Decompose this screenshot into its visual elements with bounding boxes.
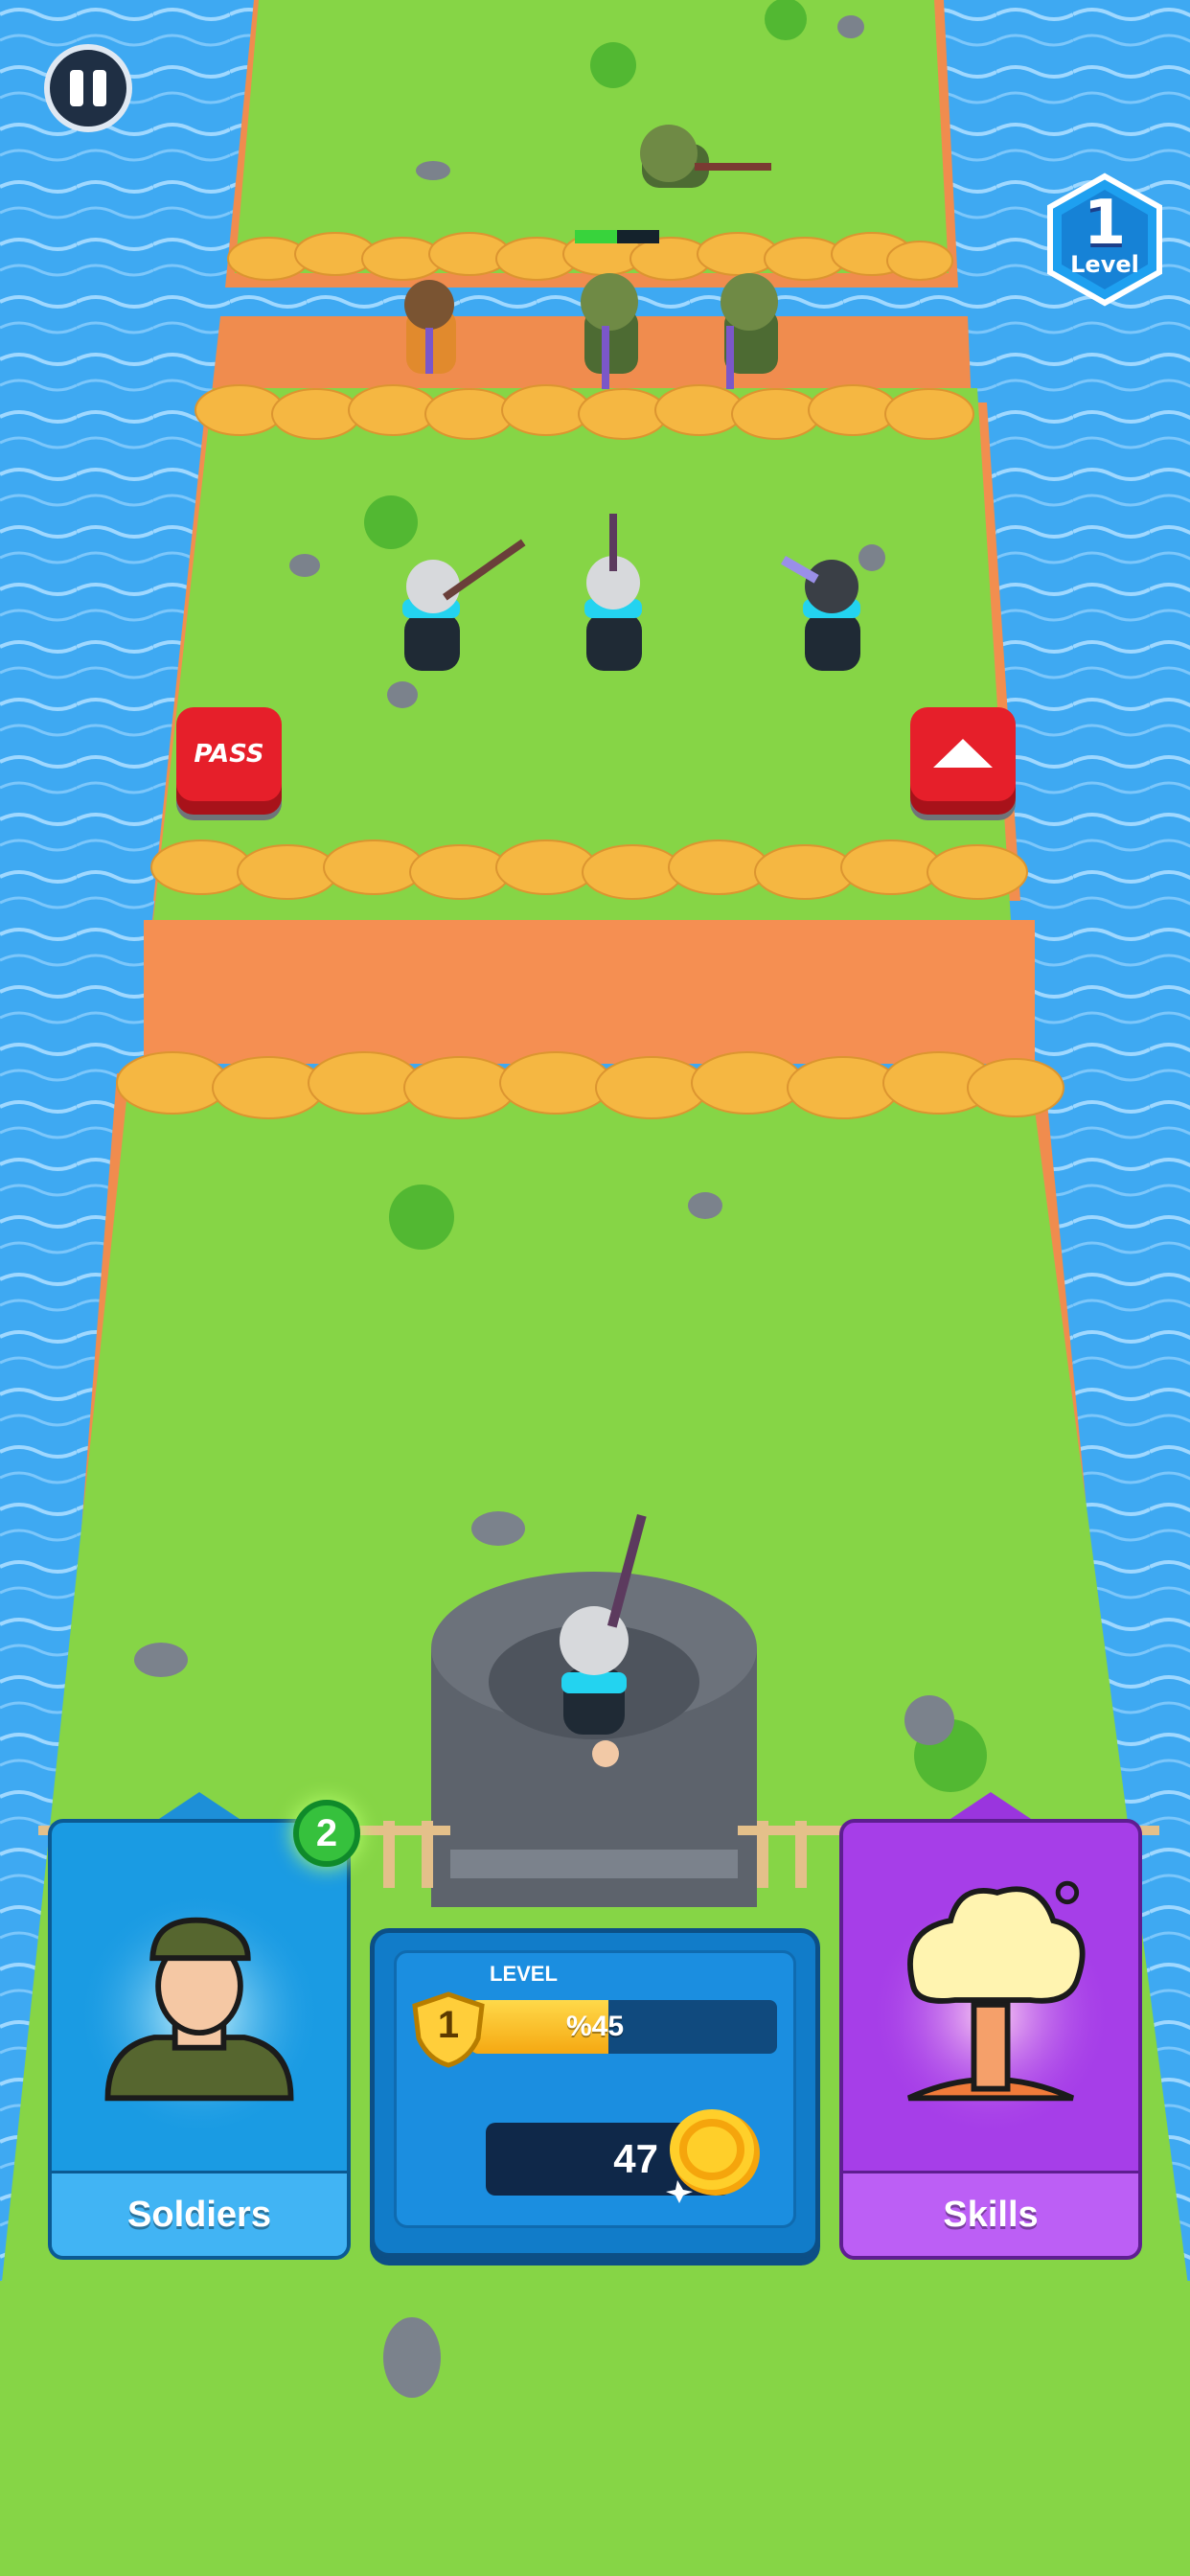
pause-icon — [70, 70, 83, 106]
chevron-up-icon — [933, 739, 993, 768]
pass-button-label: PASS — [194, 740, 264, 769]
gold-coin-icon — [666, 2109, 760, 2203]
soldiers-card-label: Soldiers — [52, 2171, 347, 2256]
soldiers-count-badge: 2 — [293, 1800, 360, 1867]
level-shield-icon: 1 — [411, 1990, 486, 2069]
mushroom-cloud-icon — [869, 1880, 1112, 2136]
upgrade-button[interactable] — [910, 707, 1016, 801]
level-number: 1 — [1083, 188, 1127, 259]
level-label: Level — [1070, 251, 1139, 278]
skills-card-label: Skills — [843, 2171, 1138, 2256]
soldiers-card[interactable]: Soldiers — [48, 1819, 351, 2260]
enemy-soldier — [721, 273, 778, 389]
panel-level-number: 1 — [437, 2004, 460, 2046]
level-indicator: 1 Level — [1044, 172, 1165, 307]
soldier-icon — [78, 1892, 321, 2136]
level-progress-panel: LEVEL %45 1 47 — [370, 1928, 820, 2258]
level-progress-label: LEVEL — [490, 1962, 558, 1986]
level-progress-text: %45 — [565, 2011, 625, 2042]
coin-count: 47 — [613, 2136, 658, 2181]
skills-card[interactable]: Skills — [839, 1819, 1142, 2260]
enemy-soldier — [404, 280, 456, 374]
level-progress-bar: %45 — [470, 2000, 777, 2054]
enemy-health-bar — [575, 230, 659, 243]
pass-button[interactable]: PASS — [176, 707, 282, 801]
pause-button[interactable] — [44, 44, 132, 132]
